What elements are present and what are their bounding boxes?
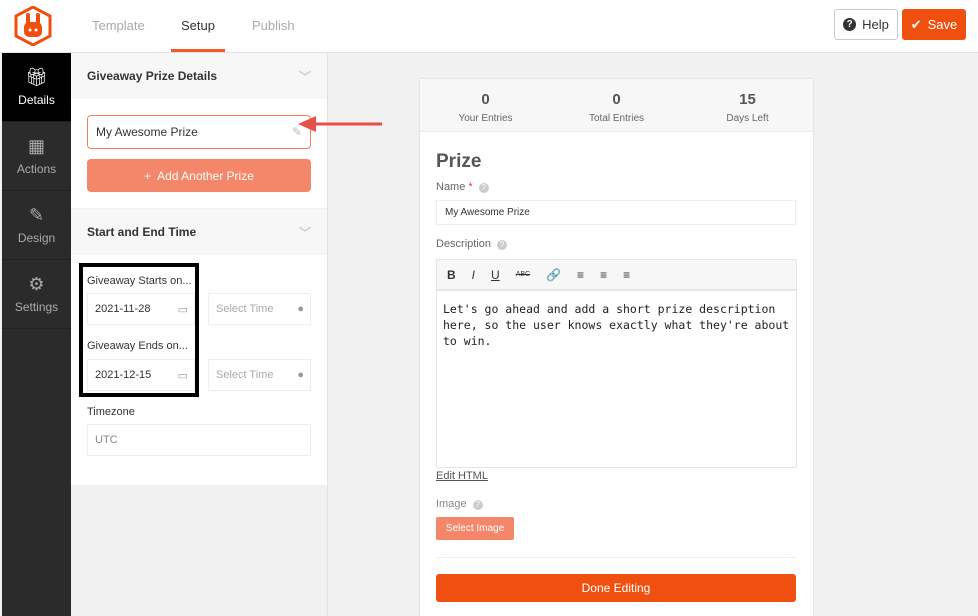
align-center-icon[interactable]: ≡ [600, 268, 607, 282]
check-icon: ✔ [910, 16, 922, 32]
section-start-end-time[interactable]: Start and End Time ﹀ [71, 209, 327, 255]
section-title: Start and End Time [87, 225, 197, 239]
arrow-annotation [298, 116, 382, 132]
sidebar-label: Details [18, 93, 55, 107]
plus-icon: + [144, 168, 152, 183]
timezone-label: Timezone [87, 406, 135, 418]
strikethrough-icon[interactable]: ABC [516, 271, 530, 278]
description-editor[interactable]: Let's go ahead and add a short prize des… [436, 290, 797, 468]
sidebar-item-details[interactable]: 🎁︎ Details [2, 53, 71, 122]
logo-icon [14, 6, 52, 46]
help-icon: ? [497, 240, 508, 250]
pencil-ruler-icon: ✎ [28, 205, 45, 225]
stat-days-left: 15 Days Left [682, 79, 813, 131]
clock-icon: ● [297, 303, 304, 315]
help-icon: ? [472, 500, 483, 510]
align-right-icon[interactable]: ≡ [623, 268, 630, 282]
stat-value: 15 [739, 91, 756, 108]
preview-card: 0 Your Entries 0 Total Entries 15 Days Left… [420, 79, 813, 616]
add-prize-button[interactable]: + Add Another Prize [87, 159, 311, 192]
prize-name-input[interactable]: My Awesome Prize ✎ [87, 115, 311, 149]
description-label: Description? [436, 238, 508, 250]
image-label: Image? [436, 498, 483, 510]
gear-icon: ⚙ [28, 274, 45, 294]
add-prize-label: Add Another Prize [157, 168, 254, 183]
sidebar-label: Actions [16, 162, 57, 176]
stat-value: 0 [481, 91, 490, 108]
sidebar-item-settings[interactable]: ⚙ Settings [2, 260, 71, 329]
name-label-text: Name [436, 181, 466, 193]
clock-icon: ● [297, 369, 304, 381]
time-placeholder: Select Time [216, 303, 274, 315]
name-input[interactable]: My Awesome Prize [436, 200, 796, 225]
question-icon: ? [843, 18, 857, 31]
link-icon[interactable]: 🔗 [546, 268, 561, 282]
done-editing-button[interactable]: Done Editing [436, 574, 796, 602]
cubes-icon: ▦ [27, 136, 45, 156]
sidebar-item-design[interactable]: ✎ Design [2, 191, 71, 260]
required-marker: * [468, 181, 473, 193]
start-time-input[interactable]: Select Time ● [208, 293, 311, 325]
help-label: Help [862, 17, 889, 32]
timezone-select[interactable]: UTC [87, 424, 311, 456]
image-label-text: Image [436, 498, 467, 510]
italic-icon[interactable]: I [472, 268, 475, 282]
stat-label: Days Left [726, 113, 769, 124]
name-label: Name *? [436, 181, 489, 193]
gift-icon: 🎁︎ [25, 67, 48, 87]
name-value: My Awesome Prize [445, 207, 530, 218]
tab-setup[interactable]: Setup [171, 18, 225, 52]
stats-bar: 0 Your Entries 0 Total Entries 15 Days Left [420, 79, 813, 132]
underline-icon[interactable]: U [491, 268, 500, 282]
sidebar-label: Design [17, 231, 56, 245]
select-image-button[interactable]: Select Image [436, 517, 514, 540]
stat-your-entries: 0 Your Entries [420, 79, 551, 131]
stat-value: 0 [612, 91, 621, 108]
chevron-down-icon: ﹀ [298, 69, 311, 84]
divider [436, 557, 797, 558]
edit-html-link[interactable]: Edit HTML [436, 470, 488, 482]
top-bar: Template Setup Publish ? Help ✔ Save [0, 0, 978, 53]
stat-label: Your Entries [458, 113, 513, 124]
help-button[interactable]: ? Help [834, 9, 898, 40]
prize-title: Prize [436, 151, 482, 172]
sidebar: 🎁︎ Details ▦ Actions ✎ Design ⚙ Settings [2, 53, 71, 616]
stat-label: Total Entries [588, 113, 645, 124]
stat-total-entries: 0 Total Entries [551, 79, 682, 131]
timezone-value: UTC [95, 434, 118, 446]
bold-icon[interactable]: B [447, 268, 456, 282]
section-prize-details[interactable]: Giveaway Prize Details ﹀ [71, 53, 327, 99]
description-label-text: Description [436, 238, 492, 250]
time-placeholder: Select Time [216, 369, 274, 381]
end-time-input[interactable]: Select Time ● [208, 359, 311, 391]
help-icon: ? [478, 183, 489, 193]
save-label: Save [927, 17, 958, 32]
align-left-icon[interactable]: ≡ [577, 268, 584, 282]
sidebar-item-actions[interactable]: ▦ Actions [2, 122, 71, 191]
editor-toolbar: B I U ABC 🔗 ≡ ≡ ≡ [436, 259, 797, 290]
save-button[interactable]: ✔ Save [902, 9, 966, 40]
sidebar-label: Settings [14, 300, 59, 314]
tab-publish[interactable]: Publish [252, 18, 295, 33]
section-title: Giveaway Prize Details [87, 69, 218, 83]
tab-template[interactable]: Template [92, 18, 145, 33]
highlight-box [79, 263, 199, 397]
prize-name-value: My Awesome Prize [96, 125, 198, 139]
chevron-down-icon: ﹀ [298, 225, 311, 240]
